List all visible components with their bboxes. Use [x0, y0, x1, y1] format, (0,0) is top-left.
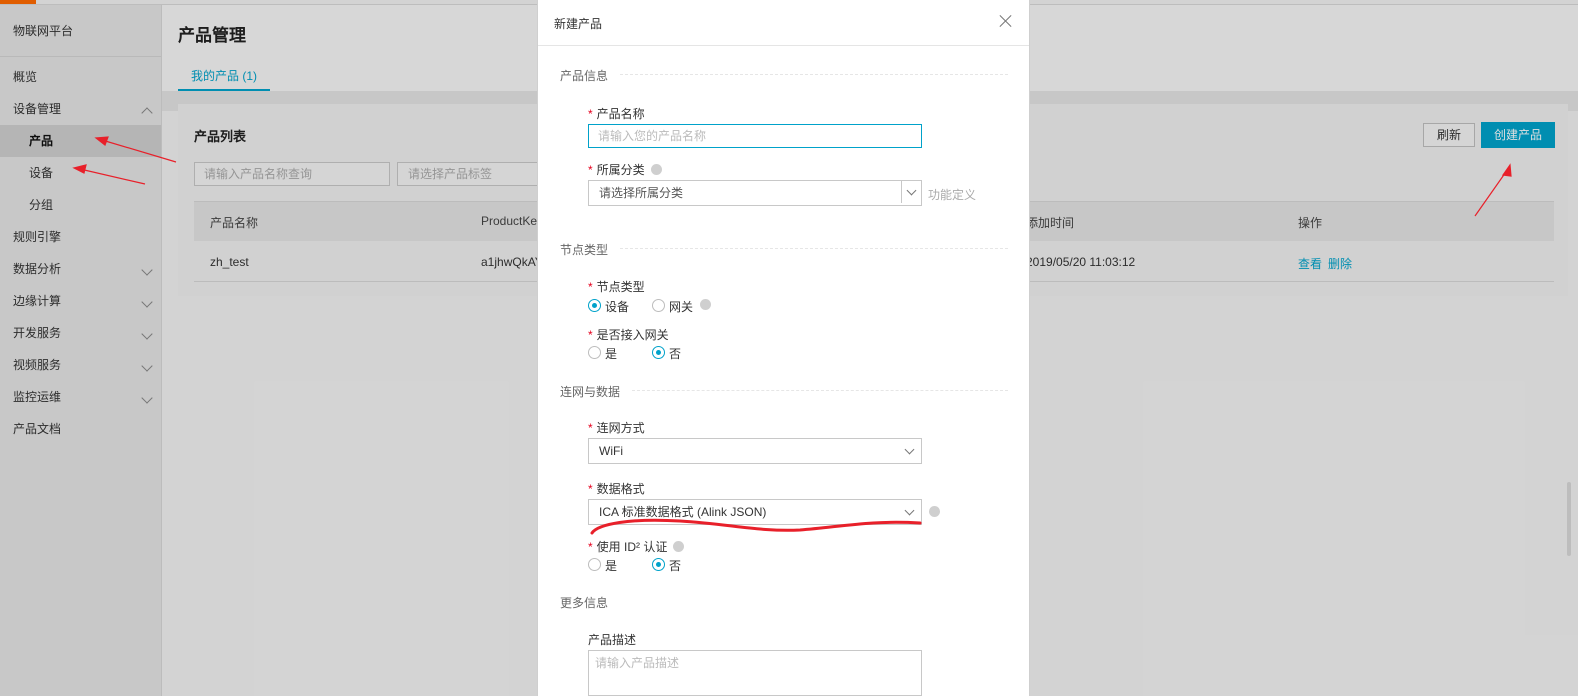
- dialog-title: 新建产品: [554, 17, 603, 31]
- description-label: 产品描述: [588, 633, 637, 647]
- id2-auth-radio-group: 是 否: [588, 558, 788, 573]
- help-icon[interactable]: [929, 506, 940, 517]
- node-type-label: * 节点类型: [588, 280, 645, 294]
- radio-device[interactable]: [588, 299, 601, 312]
- help-icon[interactable]: [673, 541, 685, 552]
- section-divider: [620, 248, 1008, 249]
- required-mark: *: [588, 328, 593, 342]
- category-placeholder: 请选择所属分类: [599, 186, 684, 200]
- network-label: * 连网方式: [588, 421, 645, 435]
- help-icon[interactable]: [700, 299, 711, 310]
- radio-device-label: 设备: [605, 300, 630, 314]
- section-product-info: 产品信息: [560, 69, 609, 83]
- gateway-access-radio-group: 是 否: [588, 346, 788, 361]
- required-mark: *: [588, 421, 593, 435]
- required-mark: *: [588, 163, 593, 177]
- section-divider: [620, 74, 1008, 75]
- close-icon[interactable]: [999, 14, 1013, 28]
- required-mark: *: [588, 540, 593, 554]
- chevron-down-icon: [906, 185, 917, 196]
- radio-yes[interactable]: [588, 346, 601, 359]
- page-scrollbar[interactable]: [1567, 482, 1571, 556]
- radio-no-label: 否: [669, 559, 682, 573]
- section-divider: [632, 390, 1008, 391]
- radio-yes-label: 是: [605, 347, 618, 361]
- required-mark: *: [588, 482, 593, 496]
- new-product-dialog: 新建产品 产品信息 * 产品名称 请输入您的产品名称 * 所属分类 请选择所属分类 …: [537, 0, 1030, 696]
- network-select[interactable]: WiFi: [588, 438, 922, 464]
- section-node-type: 节点类型: [560, 243, 609, 257]
- product-name-label: * 产品名称: [588, 107, 645, 121]
- description-textarea[interactable]: 请输入产品描述: [588, 650, 922, 696]
- radio-no-label: 否: [669, 347, 682, 361]
- product-name-input[interactable]: 请输入您的产品名称: [588, 124, 922, 148]
- data-format-label: * 数据格式: [588, 482, 645, 496]
- required-mark: *: [588, 280, 593, 294]
- category-select[interactable]: 请选择所属分类: [588, 180, 922, 206]
- dialog-header: 新建产品: [538, 0, 1029, 46]
- chevron-down-icon: [904, 505, 915, 516]
- id2-auth-label: * 使用 ID² 认证: [588, 538, 685, 555]
- node-type-radio-group: 设备 网关: [588, 299, 788, 314]
- section-more-info: 更多信息: [560, 596, 609, 610]
- feature-definition-link[interactable]: 功能定义: [928, 186, 976, 203]
- data-format-value: ICA 标准数据格式 (Alink JSON): [599, 505, 767, 519]
- section-network: 连网与数据: [560, 385, 621, 399]
- radio-gateway-label: 网关: [669, 300, 694, 314]
- category-dropdown-button[interactable]: [901, 181, 921, 203]
- category-label: * 所属分类: [588, 161, 662, 178]
- chevron-down-icon: [904, 444, 915, 455]
- radio-no[interactable]: [652, 558, 665, 571]
- help-icon[interactable]: [650, 164, 662, 175]
- radio-no[interactable]: [652, 346, 665, 359]
- radio-yes-label: 是: [605, 559, 618, 573]
- radio-yes[interactable]: [588, 558, 601, 571]
- gateway-access-label: * 是否接入网关: [588, 328, 669, 342]
- radio-gateway[interactable]: [652, 299, 665, 312]
- network-value: WiFi: [599, 444, 623, 458]
- data-format-select[interactable]: ICA 标准数据格式 (Alink JSON): [588, 499, 922, 525]
- required-mark: *: [588, 107, 593, 121]
